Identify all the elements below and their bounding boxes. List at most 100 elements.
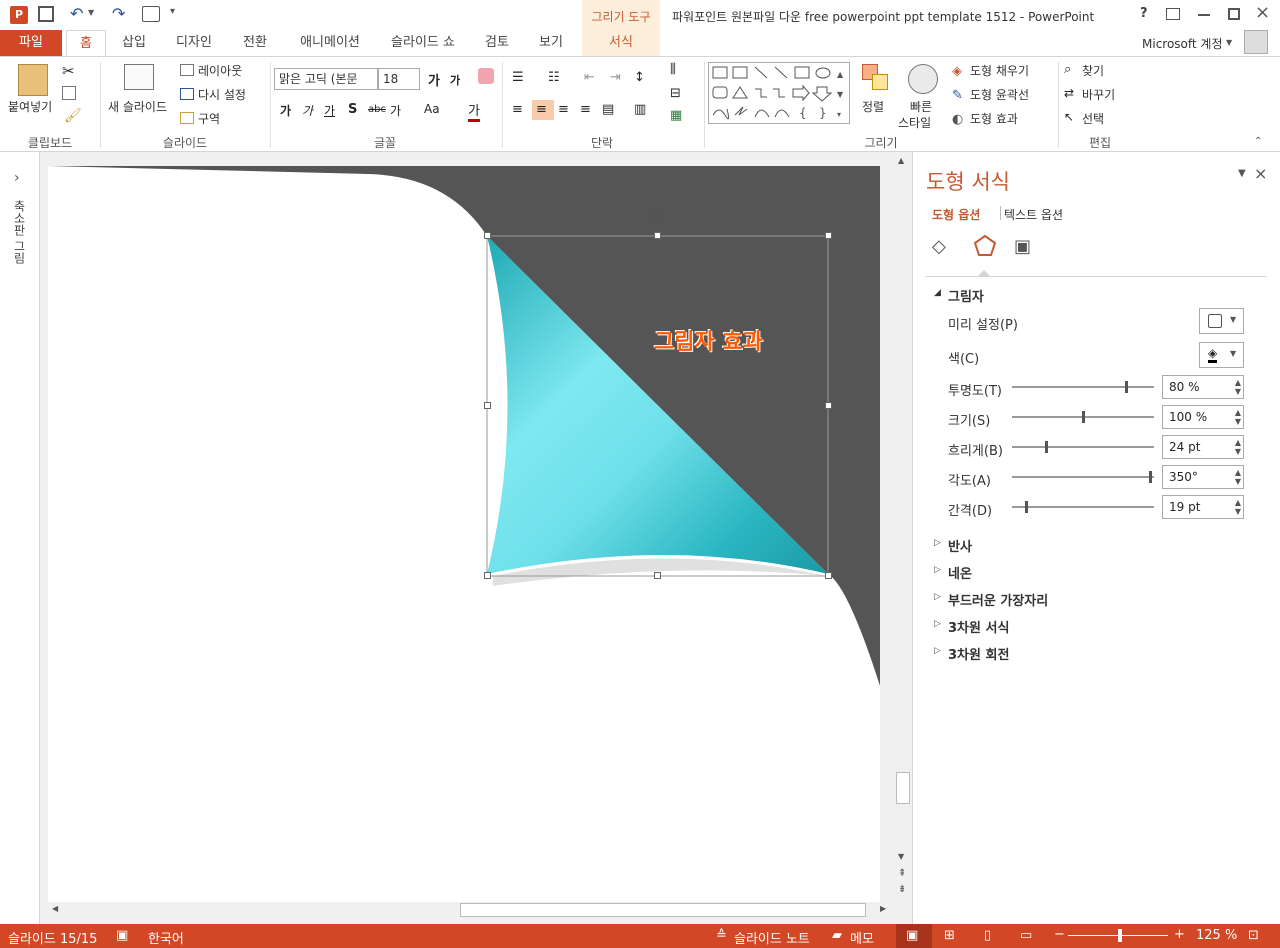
bullets-icon[interactable]: ☰ <box>512 70 524 85</box>
shapes-gallery[interactable]: { } ▲ ▼ ▾ <box>708 62 850 124</box>
slideshow-view-icon[interactable]: ▭ <box>1020 928 1032 943</box>
3d-format-section-header[interactable]: 3차원 서식 <box>948 617 1009 636</box>
numbering-icon[interactable]: ☷ <box>548 70 560 85</box>
spelling-check-icon[interactable]: ▣ <box>116 928 128 943</box>
italic-icon[interactable]: 가 <box>302 102 313 119</box>
close-icon[interactable]: × <box>1255 2 1270 23</box>
shape-effects-button[interactable]: 도형 효과 <box>970 110 1018 127</box>
blur-slider[interactable] <box>1012 441 1154 453</box>
tab-view[interactable]: 보기 <box>528 30 574 56</box>
spinner-arrows-icon[interactable]: ▲ ▼ <box>1235 408 1241 426</box>
tab-transitions[interactable]: 전환 <box>232 30 278 56</box>
character-spacing-icon[interactable]: 가 <box>390 102 401 119</box>
font-color-icon[interactable]: 가 <box>468 100 480 122</box>
columns-icon[interactable]: ▥ <box>634 102 646 117</box>
cut-icon[interactable]: ✂ <box>62 62 75 80</box>
shape-fill-button[interactable]: 도형 채우기 <box>970 62 1029 79</box>
tab-slideshow[interactable]: 슬라이드 쇼 <box>382 30 464 56</box>
fill-line-icon[interactable]: ◇ <box>932 236 946 257</box>
resize-handle-s[interactable] <box>654 572 661 579</box>
tab-animations[interactable]: 애니메이션 <box>288 30 372 56</box>
quick-styles-icon[interactable] <box>908 64 938 94</box>
effects-icon[interactable] <box>972 232 998 264</box>
resize-handle-e[interactable] <box>825 402 832 409</box>
notes-button[interactable]: 슬라이드 노트 <box>734 928 810 947</box>
angle-spinner[interactable]: 350° ▲ ▼ <box>1162 465 1244 489</box>
find-button[interactable]: 찾기 <box>1082 62 1104 79</box>
collapse-ribbon-icon[interactable]: ⌃ <box>1254 136 1262 147</box>
next-slide-icon[interactable]: ⇟ <box>898 884 906 895</box>
justify-icon[interactable]: ≡ <box>580 102 591 117</box>
language-indicator[interactable]: 한국어 <box>148 928 184 947</box>
rotate-handle-icon[interactable]: ⟳ <box>650 206 663 224</box>
decrease-indent-icon[interactable]: ⇤ <box>584 70 595 85</box>
scroll-up-icon[interactable]: ▲ <box>898 156 904 165</box>
distance-slider[interactable] <box>1012 501 1154 513</box>
tab-home[interactable]: 홈 <box>66 30 106 56</box>
tab-shape-options[interactable]: 도형 옵션 <box>932 206 980 223</box>
expand-3d-format-icon[interactable]: ▷ <box>934 619 941 629</box>
glow-section-header[interactable]: 네온 <box>948 563 972 582</box>
increase-indent-icon[interactable]: ⇥ <box>610 70 621 85</box>
3d-rotation-section-header[interactable]: 3차원 회전 <box>948 644 1009 663</box>
vertical-scroll-thumb[interactable] <box>896 772 910 804</box>
angle-slider-knob[interactable] <box>1149 471 1152 483</box>
shrink-font-icon[interactable]: 가 <box>450 72 460 88</box>
quick-styles-label-1[interactable]: 빠른 <box>910 98 932 115</box>
format-painter-icon[interactable]: 🖌 <box>64 108 82 124</box>
angle-slider[interactable] <box>1012 471 1154 483</box>
quick-styles-label-2[interactable]: 스타일 <box>898 114 931 131</box>
size-slider-knob[interactable] <box>1082 411 1085 423</box>
strikethrough-icon[interactable]: abc <box>368 104 386 115</box>
resize-handle-ne[interactable] <box>825 232 832 239</box>
scroll-right-icon[interactable]: ▶ <box>880 904 886 913</box>
resize-handle-nw[interactable] <box>484 232 491 239</box>
copy-icon[interactable] <box>62 86 76 100</box>
resize-handle-n[interactable] <box>654 232 661 239</box>
distance-slider-knob[interactable] <box>1025 501 1028 513</box>
save-icon[interactable] <box>38 6 54 22</box>
panel-close-icon[interactable]: × <box>1254 164 1267 183</box>
scroll-down-icon[interactable]: ▼ <box>898 852 904 861</box>
shadow-section-collapse-icon[interactable]: ◢ <box>934 288 941 298</box>
redo-icon[interactable]: ↷ <box>112 4 125 23</box>
new-slide-button[interactable]: 새 슬라이드 <box>108 98 167 115</box>
reflection-section-header[interactable]: 반사 <box>948 536 972 555</box>
account-dropdown-icon[interactable]: ▼ <box>1226 38 1232 47</box>
text-direction-icon[interactable]: ⫼ <box>670 62 676 77</box>
thumbnail-pane-collapsed[interactable]: › 축소판 그림 <box>0 152 40 924</box>
blur-slider-knob[interactable] <box>1045 441 1048 453</box>
paste-button[interactable]: 붙여넣기 <box>8 98 52 115</box>
arrange-button[interactable]: 정렬 <box>862 98 884 115</box>
resize-handle-sw[interactable] <box>484 572 491 579</box>
soft-edges-section-header[interactable]: 부드러운 가장자리 <box>948 590 1048 609</box>
maximize-icon[interactable] <box>1228 8 1240 20</box>
zoom-out-button[interactable]: − <box>1054 927 1065 942</box>
slide-canvas[interactable]: ⟳ 그림자 효과 <box>48 166 880 906</box>
tab-text-options[interactable]: 텍스트 옵션 <box>1004 206 1063 223</box>
expand-thumbnails-icon[interactable]: › <box>14 170 20 186</box>
new-slide-icon[interactable] <box>124 64 154 90</box>
expand-soft-edges-icon[interactable]: ▷ <box>934 592 941 602</box>
start-slideshow-icon[interactable] <box>142 6 160 22</box>
help-button[interactable]: ? <box>1140 6 1148 21</box>
tab-design[interactable]: 디자인 <box>166 30 222 56</box>
layout-button[interactable]: 레이아웃 <box>198 62 242 79</box>
arrange-icon[interactable] <box>862 64 888 90</box>
line-spacing-icon[interactable]: ↕ <box>634 70 645 85</box>
change-case-icon[interactable]: Aa <box>424 102 440 116</box>
resize-handle-se[interactable] <box>825 572 832 579</box>
zoom-in-button[interactable]: + <box>1174 927 1185 942</box>
tab-format[interactable]: 서식 <box>594 30 648 56</box>
shape-outline-button[interactable]: 도형 윤곽선 <box>970 86 1029 103</box>
font-name-box[interactable]: 맑은 고딕 (본문 <box>274 68 378 90</box>
vertical-scrollbar[interactable]: ▲ ▼ ⇞ ⇟ <box>895 152 911 902</box>
clear-formatting-icon[interactable] <box>478 68 494 84</box>
size-slider[interactable] <box>1012 411 1154 423</box>
fit-to-window-icon[interactable]: ⊡ <box>1248 928 1259 943</box>
blur-spinner[interactable]: 24 pt ▲ ▼ <box>1162 435 1244 459</box>
spinner-arrows-icon[interactable]: ▲ ▼ <box>1235 438 1241 456</box>
previous-slide-icon[interactable]: ⇞ <box>898 868 906 879</box>
zoom-slider-thumb[interactable] <box>1118 929 1122 942</box>
expand-3d-rotation-icon[interactable]: ▷ <box>934 646 941 656</box>
